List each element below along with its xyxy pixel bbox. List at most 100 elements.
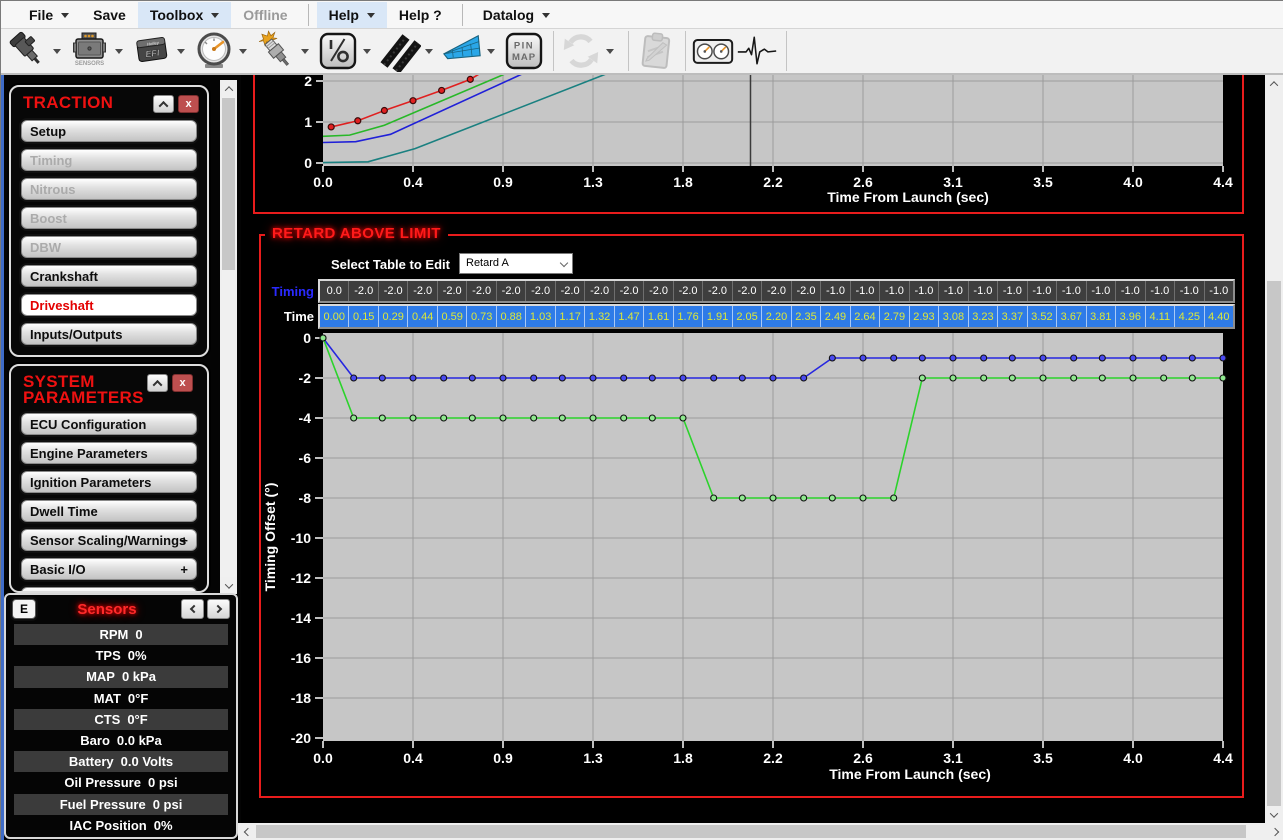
traction-driveshaft[interactable]: Driveshaft: [21, 294, 197, 316]
chevron-down-icon[interactable]: [542, 13, 550, 18]
scroll-down-arrow[interactable]: [220, 577, 237, 594]
data-point[interactable]: [1220, 355, 1226, 361]
data-point[interactable]: [981, 355, 987, 361]
data-point[interactable]: [1130, 355, 1136, 361]
data-point[interactable]: [829, 495, 835, 501]
main-horizontal-scrollbar[interactable]: [238, 823, 1283, 840]
data-point[interactable]: [351, 375, 357, 381]
data-point[interactable]: [950, 355, 956, 361]
data-point[interactable]: [649, 375, 655, 381]
data-point[interactable]: [1071, 355, 1077, 361]
data-point[interactable]: [1161, 375, 1167, 381]
timing-belt-icon[interactable]: [379, 29, 421, 73]
data-point[interactable]: [469, 375, 475, 381]
surface-table-icon[interactable]: [441, 29, 483, 73]
data-point[interactable]: [919, 355, 925, 361]
data-point[interactable]: [981, 375, 987, 381]
traction-inputs-outputs[interactable]: Inputs/Outputs: [21, 323, 197, 345]
efi-module-icon[interactable]: Holley EFI: [131, 29, 173, 73]
menu-file[interactable]: File: [17, 2, 81, 28]
sensors-module-icon[interactable]: SENSORS: [69, 29, 111, 73]
data-point[interactable]: [1099, 375, 1105, 381]
close-button[interactable]: x: [178, 95, 199, 113]
chevron-down-icon[interactable]: [301, 49, 309, 54]
data-point[interactable]: [441, 415, 447, 421]
system-ignition-parameters[interactable]: Ignition Parameters: [21, 471, 197, 493]
fuel-injector-icon[interactable]: [7, 29, 49, 73]
scroll-left-arrow[interactable]: [238, 823, 255, 840]
scroll-down-arrow[interactable]: [1265, 806, 1283, 823]
scroll-thumb[interactable]: [222, 98, 235, 270]
data-point[interactable]: [1189, 355, 1195, 361]
chevron-down-icon[interactable]: [115, 49, 123, 54]
dual-gauges-icon[interactable]: [692, 29, 734, 73]
main-vertical-scrollbar[interactable]: [1265, 75, 1283, 823]
expand-button[interactable]: E: [12, 599, 36, 619]
system-sensor-scaling-warnings[interactable]: Sensor Scaling/Warnings+: [21, 529, 197, 551]
data-point[interactable]: [1009, 355, 1015, 361]
data-point[interactable]: [379, 415, 385, 421]
data-point[interactable]: [531, 415, 537, 421]
menu-datalog[interactable]: Datalog: [471, 2, 562, 28]
data-point[interactable]: [410, 415, 416, 421]
close-button[interactable]: x: [172, 374, 193, 392]
data-point[interactable]: [1009, 375, 1015, 381]
data-point[interactable]: [355, 118, 361, 124]
data-point[interactable]: [1071, 375, 1077, 381]
spark-plug-icon[interactable]: [255, 29, 297, 73]
io-icon[interactable]: [317, 29, 359, 73]
data-point[interactable]: [801, 375, 807, 381]
data-point[interactable]: [770, 495, 776, 501]
scroll-right-arrow[interactable]: [1267, 823, 1283, 840]
scroll-up-arrow[interactable]: [1265, 75, 1283, 92]
data-point[interactable]: [829, 355, 835, 361]
chevron-down-icon[interactable]: [425, 49, 433, 54]
next-page-button[interactable]: [207, 599, 230, 619]
data-point[interactable]: [351, 415, 357, 421]
data-point[interactable]: [559, 415, 565, 421]
data-point[interactable]: [770, 375, 776, 381]
retard-graph[interactable]: 0.00.40.91.31.82.22.63.13.54.04.40-2-4-6…: [261, 236, 1242, 796]
data-point[interactable]: [559, 375, 565, 381]
chevron-down-icon[interactable]: [61, 13, 69, 18]
data-point[interactable]: [1161, 355, 1167, 361]
data-point[interactable]: [467, 76, 473, 82]
pin-map-icon[interactable]: PIN MAP: [503, 29, 545, 73]
traction-crankshaft[interactable]: Crankshaft: [21, 265, 197, 287]
data-point[interactable]: [891, 355, 897, 361]
gauge-icon[interactable]: [193, 29, 235, 73]
data-point[interactable]: [680, 415, 686, 421]
sidebar-scrollbar[interactable]: [220, 80, 237, 594]
data-point[interactable]: [891, 495, 897, 501]
data-point[interactable]: [680, 375, 686, 381]
data-point[interactable]: [1040, 355, 1046, 361]
data-point[interactable]: [621, 415, 627, 421]
chevron-down-icon[interactable]: [367, 13, 375, 18]
data-point[interactable]: [500, 415, 506, 421]
system-engine-parameters[interactable]: Engine Parameters: [21, 442, 197, 464]
data-point[interactable]: [320, 335, 326, 341]
data-point[interactable]: [381, 108, 387, 114]
system-dwell-time[interactable]: Dwell Time: [21, 500, 197, 522]
chevron-down-icon[interactable]: [239, 49, 247, 54]
menu-save[interactable]: Save: [81, 2, 138, 28]
data-point[interactable]: [441, 375, 447, 381]
data-point[interactable]: [1189, 375, 1195, 381]
data-point[interactable]: [801, 495, 807, 501]
chevron-down-icon[interactable]: [211, 13, 219, 18]
chevron-down-icon[interactable]: [363, 49, 371, 54]
data-point[interactable]: [649, 415, 655, 421]
data-point[interactable]: [590, 415, 596, 421]
system-basic-i-o[interactable]: Basic I/O+: [21, 558, 197, 580]
data-point[interactable]: [1130, 375, 1136, 381]
data-point[interactable]: [1220, 375, 1226, 381]
chevron-down-icon[interactable]: [53, 49, 61, 54]
data-point[interactable]: [860, 355, 866, 361]
data-point[interactable]: [439, 87, 445, 93]
data-point[interactable]: [621, 375, 627, 381]
data-point[interactable]: [500, 375, 506, 381]
collapse-button[interactable]: [153, 95, 174, 113]
chevron-down-icon[interactable]: [177, 49, 185, 54]
collapse-button[interactable]: [147, 374, 168, 392]
menu-toolbox[interactable]: Toolbox: [138, 2, 231, 28]
